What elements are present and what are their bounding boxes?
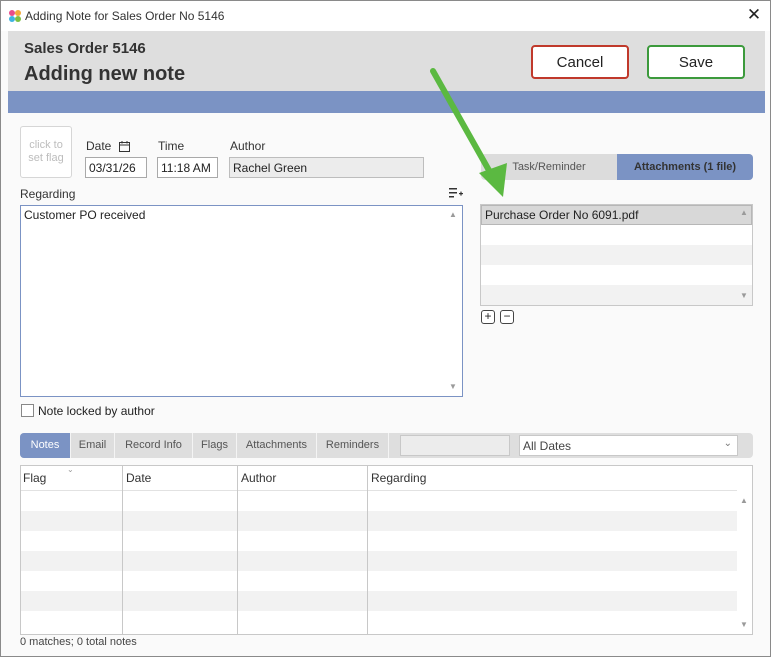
attachment-item[interactable]: Purchase Order No 6091.pdf xyxy=(481,205,752,225)
table-row xyxy=(21,551,737,571)
annotation-arrow-icon xyxy=(430,68,507,197)
regarding-text: Customer PO received xyxy=(24,208,146,222)
scroll-down-icon[interactable]: ▼ xyxy=(740,620,748,629)
add-attachment-icon[interactable]: + xyxy=(481,310,495,324)
attachment-empty-row xyxy=(481,225,752,245)
table-row xyxy=(21,611,737,631)
scroll-up-icon[interactable]: ▲ xyxy=(740,208,748,217)
date-label-text: Date xyxy=(86,139,112,153)
calendar-icon[interactable] xyxy=(118,141,130,152)
sort-chevron-icon: ⌄ xyxy=(67,465,74,474)
table-row xyxy=(21,571,737,591)
notes-table: Flag ⌄ Date Author Regarding ▲ ▼ xyxy=(20,465,753,635)
column-divider xyxy=(367,466,368,634)
attachment-empty-row xyxy=(481,245,752,265)
tab-attachments[interactable]: Attachments (1 file) xyxy=(617,154,753,180)
search-input[interactable] xyxy=(400,435,510,456)
time-field[interactable]: 11:18 AM xyxy=(157,157,218,178)
table-row xyxy=(21,491,737,511)
table-row xyxy=(21,591,737,611)
attachment-empty-row xyxy=(481,285,752,305)
tab-reminders[interactable]: Reminders xyxy=(317,433,389,458)
note-form: click to set flag Date 03/31/26 Time 11:… xyxy=(8,68,765,653)
chevron-down-icon: ⌄ xyxy=(723,438,732,449)
table-header: Flag ⌄ Date Author Regarding xyxy=(21,466,737,491)
date-label: Date xyxy=(86,139,130,153)
author-field: Rachel Green xyxy=(229,157,424,178)
flag-placeholder-line2: set flag xyxy=(28,152,64,164)
author-label: Author xyxy=(230,139,266,153)
date-filter-select[interactable]: All Dates ⌄ xyxy=(519,435,738,456)
column-divider xyxy=(122,466,123,634)
cancel-button[interactable]: Cancel xyxy=(531,45,629,79)
column-divider xyxy=(237,466,238,634)
flag-picker[interactable]: click to set flag xyxy=(20,126,72,178)
app-logo-icon xyxy=(9,10,21,22)
regarding-label: Regarding xyxy=(20,187,76,201)
table-row xyxy=(21,531,737,551)
header-accent-band xyxy=(8,91,765,113)
column-header-date[interactable]: Date xyxy=(124,466,238,491)
record-subtitle: Sales Order 5146 xyxy=(24,40,146,57)
note-locked-label: Note locked by author xyxy=(38,404,155,418)
regarding-textarea[interactable]: Customer PO received ▲ ▼ xyxy=(20,205,463,397)
tab-notes[interactable]: Notes xyxy=(20,433,71,458)
tab-flags[interactable]: Flags xyxy=(193,433,237,458)
right-tab-strip: Task/Reminder Attachments (1 file) xyxy=(481,154,753,180)
attachment-list: Purchase Order No 6091.pdf ▲ ▼ xyxy=(480,204,753,306)
note-locked-checkbox[interactable] xyxy=(21,404,34,417)
column-header-regarding[interactable]: Regarding xyxy=(369,466,729,491)
date-filter-value: All Dates xyxy=(523,439,572,453)
page-title: Adding new note xyxy=(24,63,186,85)
column-header-author[interactable]: Author xyxy=(239,466,368,491)
tab-attachments-bottom[interactable]: Attachments xyxy=(237,433,317,458)
save-button[interactable]: Save xyxy=(647,45,745,79)
scroll-up-icon[interactable]: ▲ xyxy=(740,496,748,505)
close-icon[interactable]: ✕ xyxy=(745,5,763,25)
remove-attachment-icon[interactable]: − xyxy=(500,310,514,324)
scroll-up-icon[interactable]: ▲ xyxy=(449,210,457,219)
scroll-down-icon[interactable]: ▼ xyxy=(449,382,457,391)
status-text: 0 matches; 0 total notes xyxy=(20,636,137,648)
window-title: Adding Note for Sales Order No 5146 xyxy=(25,9,225,23)
time-label: Time xyxy=(158,139,185,153)
title-bar: Adding Note for Sales Order No 5146 ✕ xyxy=(1,1,770,31)
header-panel: Sales Order 5146 Adding new note Cancel … xyxy=(8,31,765,91)
dialog-window: Adding Note for Sales Order No 5146 ✕ Sa… xyxy=(0,0,771,657)
flag-placeholder-line1: click to xyxy=(29,139,63,151)
tab-record-info[interactable]: Record Info xyxy=(115,433,193,458)
table-row xyxy=(21,511,737,531)
scroll-down-icon[interactable]: ▼ xyxy=(740,291,748,300)
tab-email[interactable]: Email xyxy=(71,433,115,458)
date-field[interactable]: 03/31/26 xyxy=(85,157,147,178)
attachment-empty-row xyxy=(481,265,752,285)
